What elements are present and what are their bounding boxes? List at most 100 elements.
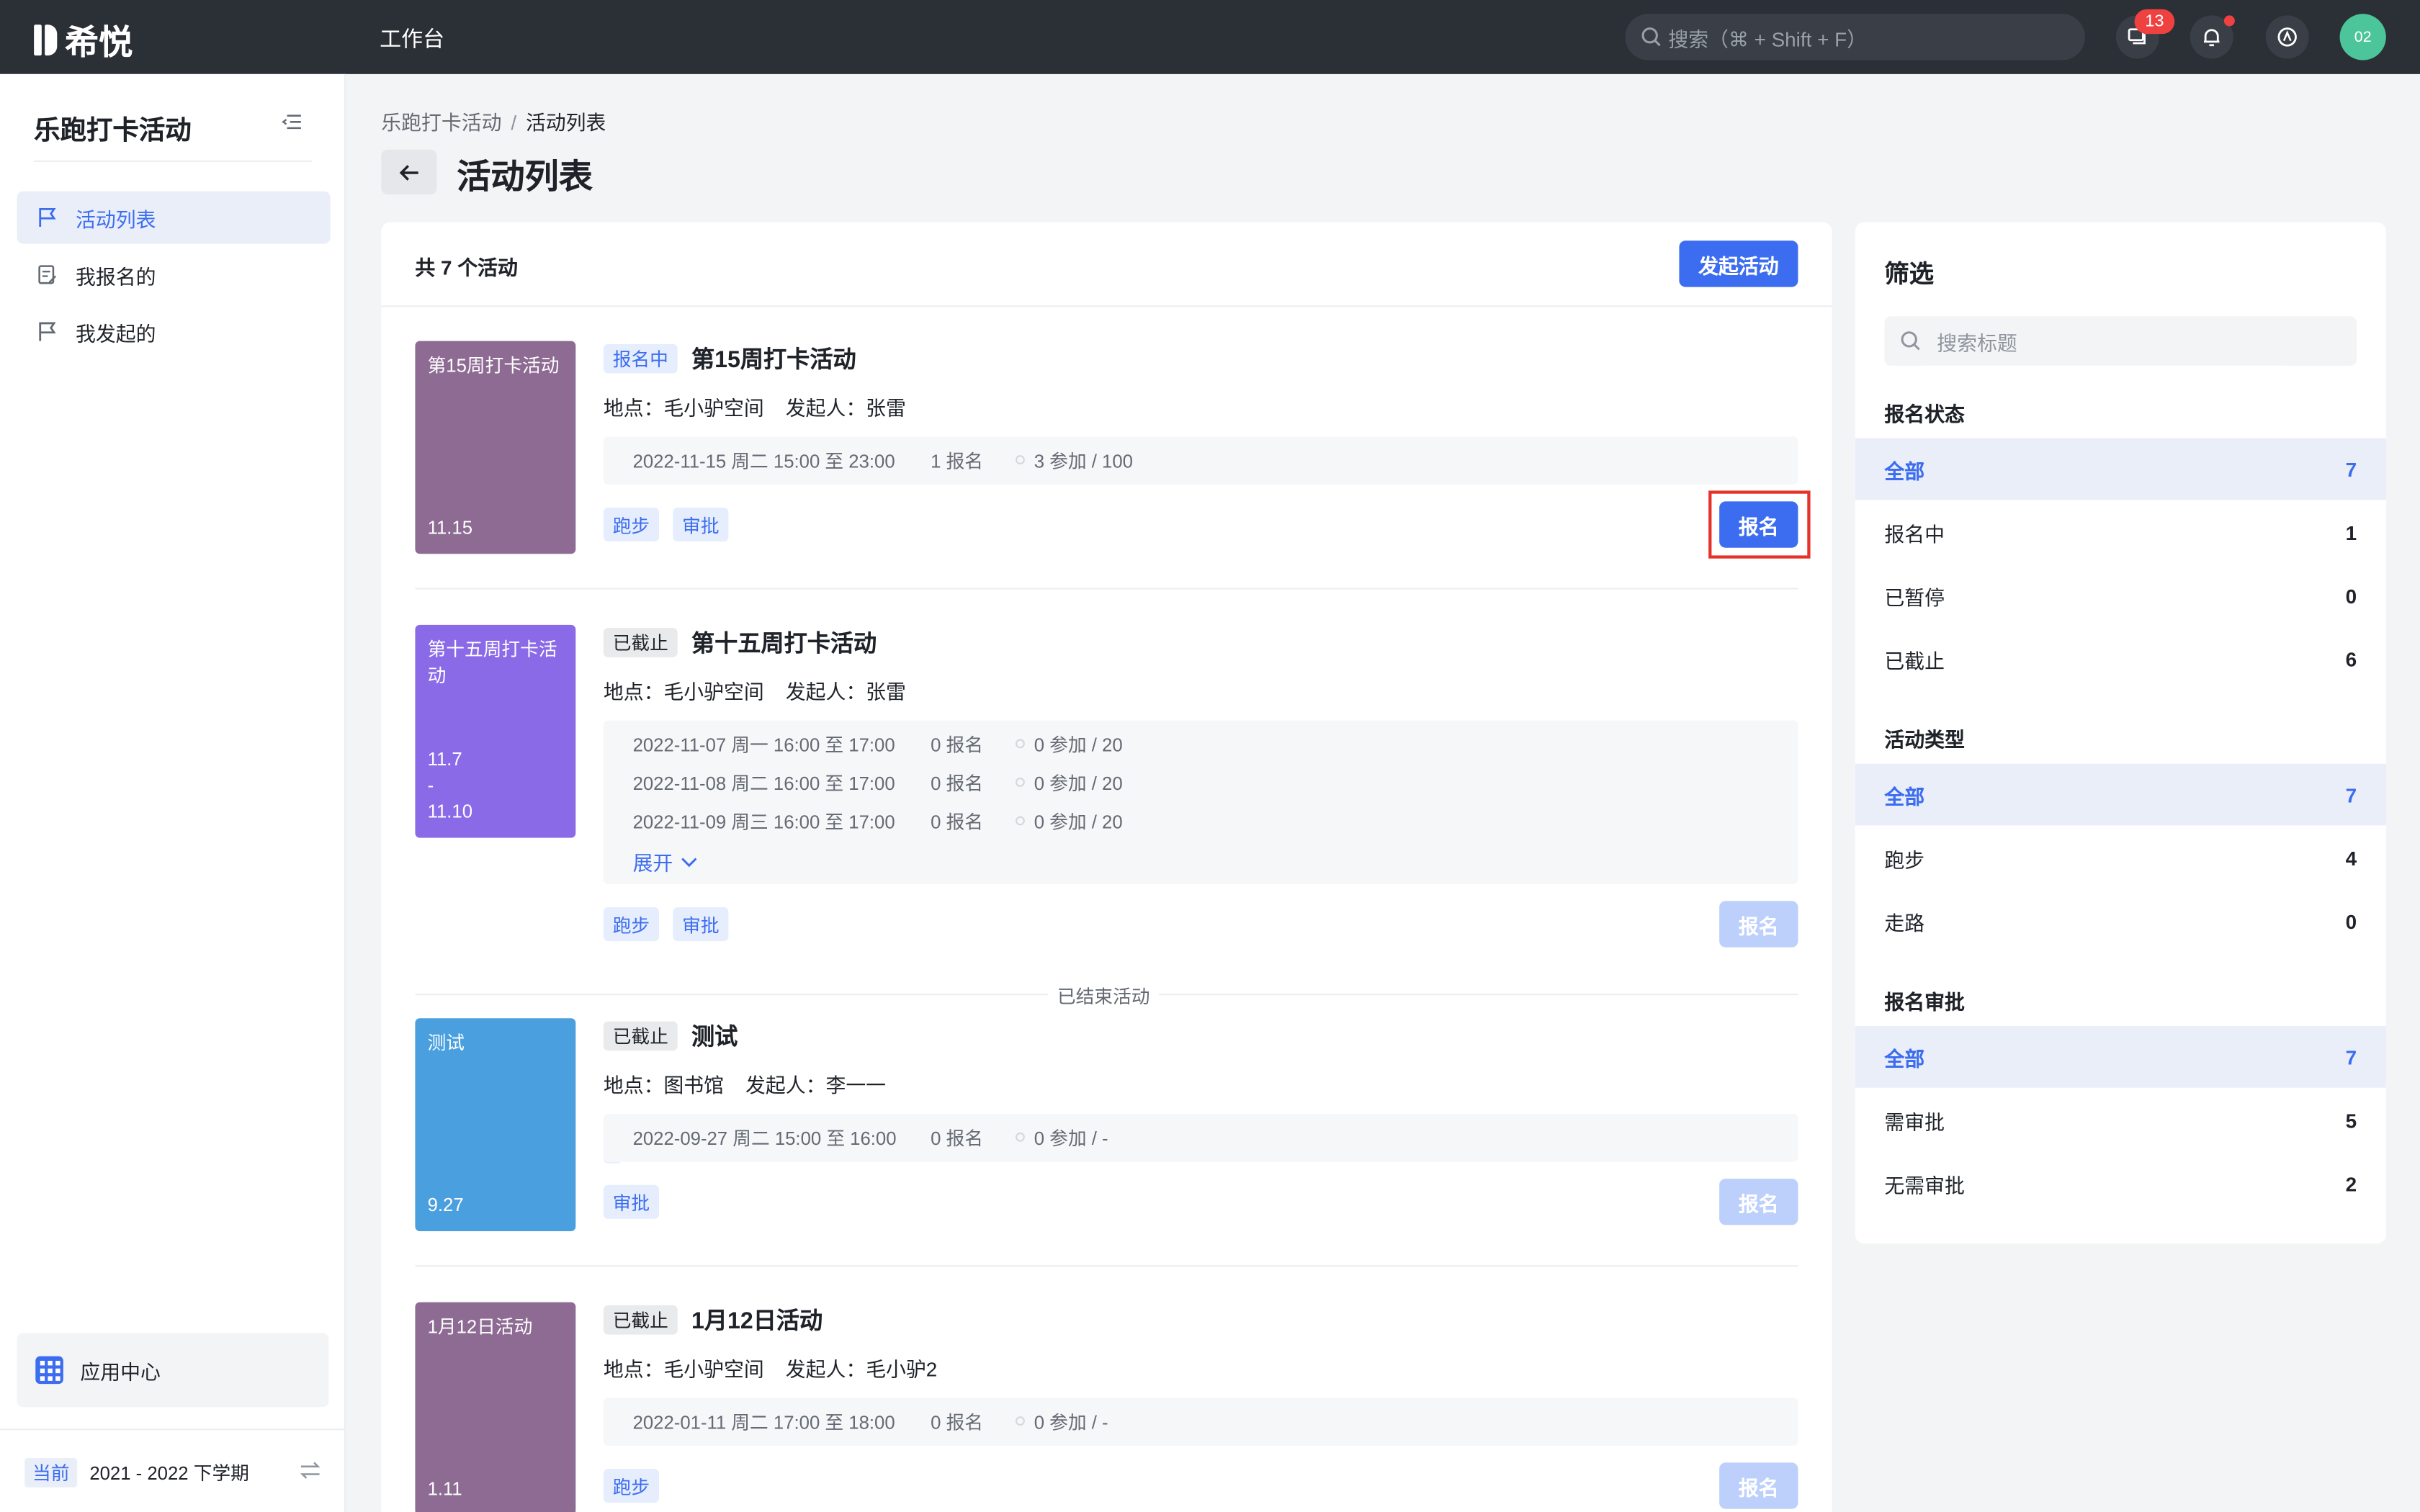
filter-option[interactable]: 报名中 1 [1855,501,2386,563]
session-attend: 0 参加 / 20 [1016,731,1123,757]
breadcrumb-current: 活动列表 [525,111,606,135]
ended-divider: 已结束活动 [381,983,1832,1009]
session-signups: 0 报名 [931,811,984,833]
form-icon [38,265,57,284]
activity-meta: 地点：毛小驴空间 发起人：张雷 [604,392,906,421]
sidebar-divider [34,160,312,162]
app-center-label: 应用中心 [80,1359,161,1384]
flag-icon [39,207,56,227]
global-search-input[interactable]: 搜索（⌘ + Shift + F） [1625,14,2085,60]
workbench-link[interactable]: 工作台 [380,23,444,54]
session-attend: 0 参加 / 20 [1016,808,1123,834]
sidebar-title: 乐跑打卡活动 [34,115,192,145]
filter-option[interactable]: 全部 7 [1855,1026,2386,1088]
sidebar-item-my-created[interactable]: 我发起的 [17,305,331,358]
filter-option-count: 2 [2345,1171,2357,1195]
logo-icon [31,22,59,58]
filter-option[interactable]: 已暂停 0 [1855,564,2386,626]
activity-title[interactable]: 测试 [691,1020,738,1052]
filter-option-count: 1 [2345,521,2357,544]
global-search-placeholder: 搜索（⌘ + Shift + F） [1668,27,1867,50]
filter-option-count: 7 [2345,783,2357,806]
status-badge: 已截止 [603,1305,678,1335]
filter-option-label: 全部 [1884,1046,1925,1071]
switch-icon[interactable] [300,1461,321,1480]
session-signups: 1 报名 [931,449,984,472]
collapse-menu-icon[interactable] [281,111,302,132]
session-attend-text: 0 参加 / 20 [1034,811,1123,833]
filter-option[interactable]: 全部 7 [1855,438,2386,500]
filter-option[interactable]: 走路 0 [1855,890,2386,952]
filter-option[interactable]: 已截止 6 [1855,628,2386,690]
session-list: 2022-11-15 周二 15:00 至 23:00 1 报名 3 参加 / … [603,436,1798,485]
filter-option[interactable]: 全部 7 [1855,763,2386,826]
expand-sessions-button[interactable]: 展开 [633,847,698,876]
current-term: 当前 2021 - 2022 下学期 [24,1457,249,1488]
filter-search-input[interactable]: 搜索标题 [1884,316,2357,366]
session-attend-text: 0 参加 / 20 [1034,772,1123,794]
back-button[interactable] [381,149,437,194]
activity-meta: 地点：毛小驴空间 发起人：张雷 [604,676,906,706]
session-time: 2022-09-27 周二 15:00 至 16:00 [632,1127,897,1149]
sidebar-item-label: 我发起的 [76,321,156,345]
sidebar-item-label: 我报名的 [76,264,156,288]
filter-option-count: 6 [2345,647,2357,671]
activity-title[interactable]: 第15周打卡活动 [691,343,856,375]
signup-button-disabled[interactable]: 报名 [1719,1179,1798,1225]
user-avatar[interactable]: 02 [2339,14,2386,60]
activity-meta: 地点：毛小驴空间 发起人：毛小驴2 [604,1353,937,1382]
filter-option-label: 已截止 [1884,649,1945,672]
app-switch-button[interactable] [2265,15,2309,59]
cover-date: 11.7 - 11.10 [427,748,473,823]
logo[interactable]: 希悦 [31,15,133,65]
activity-location: 地点：毛小驴空间 [603,396,764,420]
status-badge: 报名中 [603,343,678,374]
session-attend-text: 0 参加 / - [1034,1410,1108,1433]
sidebar: 乐跑打卡活动 活动列表 我报名的 我发起的 应用中心 当前 2021 - 202… [0,73,346,1512]
filter-option-count: 0 [2345,909,2357,933]
app-center-button[interactable]: 应用中心 [17,1333,329,1408]
ended-divider-label: 已结束活动 [1048,983,1160,1009]
status-dot-icon [1016,739,1025,749]
cover-date: 9.27 [427,1194,464,1216]
tag-approval: 审批 [673,508,729,542]
session-attend-text: 0 参加 / - [1034,1127,1108,1149]
app-root: 希悦 工作台 搜索（⌘ + Shift + F） 13 02 乐跑打卡活动 活动… [0,0,2420,1512]
session-time: 2022-11-09 周三 16:00 至 17:00 [632,811,895,833]
session-row: 2022-11-08 周二 16:00 至 17:00 0 报名 0 参加 / … [633,770,1123,794]
activity-title[interactable]: 1月12日活动 [691,1304,823,1336]
cover-date: 11.15 [427,516,473,539]
filter-option-label: 需审批 [1884,1110,1945,1133]
session-time: 2022-11-15 周二 15:00 至 23:00 [632,449,895,472]
status-dot-icon [1016,778,1025,787]
status-dot-icon [1016,816,1025,826]
breadcrumb-root[interactable]: 乐跑打卡活动 [381,111,501,134]
filter-option[interactable]: 需审批 5 [1855,1089,2386,1151]
filter-title: 筛选 [1884,262,1935,289]
session-list: 2022-09-27 周二 15:00 至 16:00 0 报名 0 参加 / … [603,1114,1798,1162]
filter-option[interactable]: 无需审批 2 [1855,1153,2386,1215]
activity-title[interactable]: 第十五周打卡活动 [691,626,877,659]
sidebar-item-activity-list[interactable]: 活动列表 [17,191,331,244]
session-row: 2022-11-09 周三 16:00 至 17:00 0 报名 0 参加 / … [633,809,1123,833]
session-time: 2022-11-07 周一 16:00 至 17:00 [632,733,895,755]
filter-option[interactable]: 跑步 4 [1855,827,2386,889]
filter-section-title: 报名状态 [1884,402,1965,426]
sidebar-bottom-divider [0,1428,346,1431]
filter-section-title: 报名审批 [1884,990,1965,1014]
session-attend-text: 0 参加 / 20 [1034,733,1123,755]
session-time: 2022-11-08 周二 16:00 至 17:00 [632,772,895,794]
create-activity-button[interactable]: 发起活动 [1679,240,1798,287]
cover-title: 1月12日活动 [427,1315,533,1338]
signup-button-disabled[interactable]: 报名 [1719,1462,1798,1509]
sidebar-item-my-signups[interactable]: 我报名的 [17,248,331,301]
signup-button-disabled[interactable]: 报名 [1719,901,1798,948]
filter-option-count: 7 [2345,457,2357,481]
session-signups: 0 报名 [931,1410,984,1433]
flag-icon [39,322,56,341]
filter-option-count: 7 [2345,1045,2357,1068]
logo-text: 希悦 [65,23,133,62]
activity-organizer: 发起人：张雷 [785,396,906,420]
status-dot-icon [1016,1132,1025,1142]
activity-cover: 测试 9.27 [415,1018,576,1231]
